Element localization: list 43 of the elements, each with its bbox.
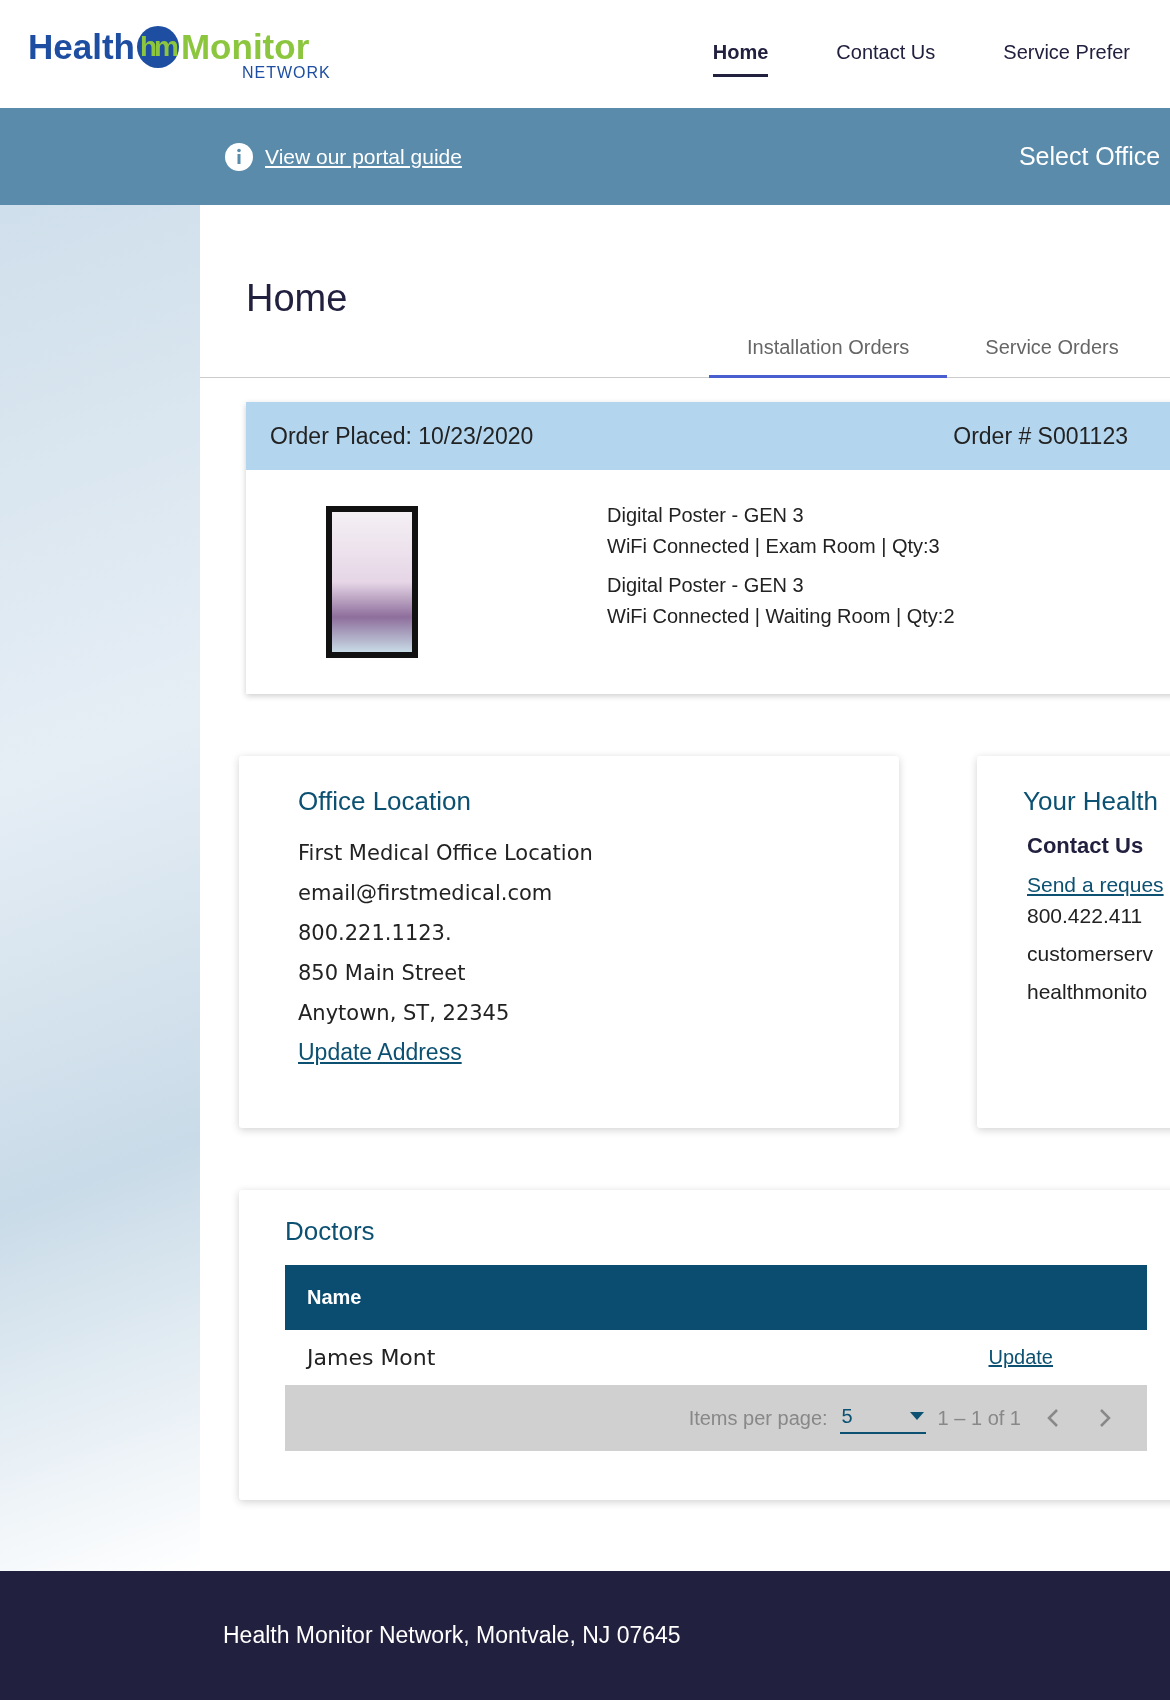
order-number: Order # S001123 <box>953 422 1128 450</box>
doctor-name: James Mont <box>307 1345 436 1370</box>
page-size-select[interactable]: 5 <box>839 1402 926 1434</box>
order-date: Order Placed: 10/23/2020 <box>270 422 534 450</box>
card-subtitle: Contact Us <box>1027 833 1145 859</box>
logo-word: Health <box>28 27 135 67</box>
card-title: Your Health <box>1023 786 1159 817</box>
contact-line: customerserv <box>1027 941 1155 967</box>
tab[interactable]: Installation Orders <box>709 324 948 378</box>
address-line: email@firstmedical.com <box>298 880 554 907</box>
product-details: WiFi Connected | Exam Room | Qty:3 <box>607 535 941 558</box>
update-link[interactable]: Update <box>988 1346 1053 1369</box>
request-link[interactable]: Send a reques <box>1027 873 1164 897</box>
portal-guide-link[interactable]: View our portal guide <box>265 144 462 169</box>
card-title: Office Location <box>298 786 472 817</box>
column-heading: Name <box>307 1286 362 1309</box>
address-line: First Medical Office Location <box>298 840 594 867</box>
address-line: 850 Main Street <box>298 960 467 987</box>
contact-line: 800.422.411 <box>1027 903 1144 929</box>
card-title: Doctors <box>285 1216 376 1247</box>
page-range: 1 – 1 of 1 <box>937 1406 1021 1430</box>
nav-link[interactable]: Contact Us <box>836 31 936 77</box>
logo-monogram: hm <box>136 26 179 68</box>
nav-link[interactable]: Service Prefer <box>1003 31 1130 77</box>
page-title: Home <box>246 277 349 320</box>
address-line: Anytown, ST, 22345 <box>298 1000 511 1027</box>
address-line: 800.221.1123. <box>298 920 453 947</box>
nav-link[interactable]: Home <box>712 31 769 77</box>
caret-icon <box>909 1412 924 1420</box>
info-icon <box>225 142 253 171</box>
product-name: Digital Poster - GEN 3 <box>607 504 805 527</box>
chevron-left-icon <box>1047 1408 1059 1428</box>
tab[interactable]: Service Orders <box>947 324 1157 378</box>
footer-address: Health Monitor Network, Montvale, NJ 07645 <box>223 1622 681 1649</box>
office-selector[interactable]: Select Office <box>1018 142 1161 171</box>
logo-word: Monitor <box>180 27 310 66</box>
product-name: Digital Poster - GEN 3 <box>607 574 805 597</box>
logo-subtitle: NETWORK <box>242 64 331 82</box>
product-details: WiFi Connected | Waiting Room | Qty:2 <box>607 605 955 628</box>
contact-line: healthmonito <box>1027 979 1149 1005</box>
chevron-right-icon <box>1099 1408 1111 1428</box>
items-per-page-label: Items per page: <box>688 1406 828 1430</box>
update-address-link[interactable]: Update Address <box>298 1039 462 1066</box>
